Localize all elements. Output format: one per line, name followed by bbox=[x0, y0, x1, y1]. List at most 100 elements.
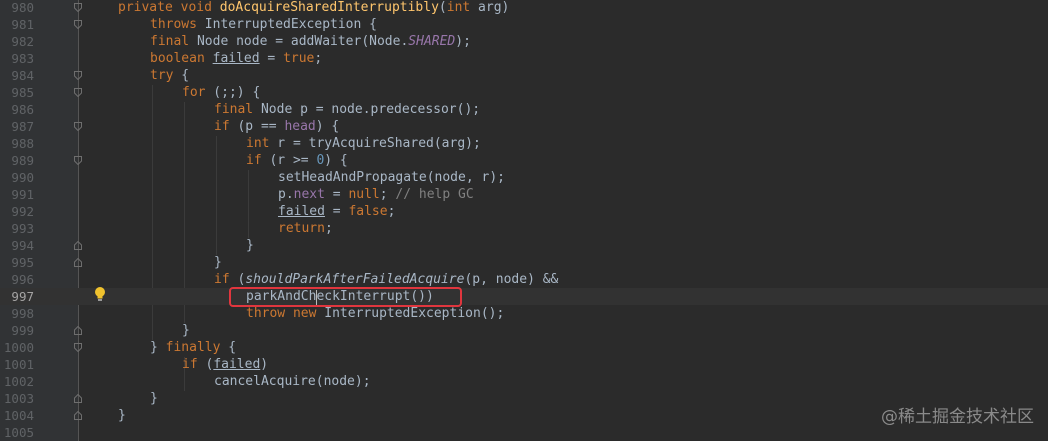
code-line[interactable]: 999 } bbox=[0, 322, 1048, 339]
code-text: throws InterruptedException { bbox=[150, 16, 377, 33]
highlight-box bbox=[229, 287, 462, 307]
fold-marker-icon[interactable] bbox=[74, 20, 82, 29]
code-token: } bbox=[118, 408, 126, 423]
line-number: 997 bbox=[11, 289, 34, 304]
code-line[interactable]: 991 p.next = null; // help GC bbox=[0, 186, 1048, 203]
line-number: 999 bbox=[11, 323, 34, 338]
fold-marker-icon[interactable] bbox=[74, 326, 82, 335]
line-number: 1000 bbox=[3, 340, 34, 355]
keyword: final bbox=[150, 34, 190, 49]
code-token: r = tryAcquireShared(arg); bbox=[269, 136, 481, 151]
code-line[interactable]: 985 for (;;) { bbox=[0, 84, 1048, 101]
line-number: 990 bbox=[11, 170, 34, 185]
code-token: p. bbox=[278, 187, 294, 202]
line-number: 992 bbox=[11, 204, 34, 219]
code-token: (;;) { bbox=[205, 85, 261, 100]
code-token: = bbox=[259, 51, 284, 66]
keyword: throw bbox=[246, 306, 286, 321]
code-token: setHeadAndPropagate(node, r); bbox=[278, 170, 505, 185]
keyword: finally bbox=[165, 340, 221, 355]
code-token: InterruptedException(); bbox=[316, 306, 505, 321]
code-text: p.next = null; // help GC bbox=[278, 186, 474, 203]
code-token: arg) bbox=[470, 0, 510, 15]
code-line[interactable]: 988 int r = tryAcquireShared(arg); bbox=[0, 135, 1048, 152]
keyword: int bbox=[246, 136, 270, 151]
field: head bbox=[284, 119, 316, 134]
code-editor[interactable]: 980 private void doAcquireSharedInterrup… bbox=[0, 0, 1048, 441]
code-line[interactable]: 996 if (shouldParkAfterFailedAcquire(p, … bbox=[0, 271, 1048, 288]
code-text: final Node node = addWaiter(Node.SHARED)… bbox=[150, 33, 471, 50]
keyword: if bbox=[214, 272, 230, 287]
code-line[interactable]: 990 setHeadAndPropagate(node, r); bbox=[0, 169, 1048, 186]
line-number: 1005 bbox=[3, 425, 34, 440]
lightbulb-icon[interactable] bbox=[93, 286, 107, 302]
keyword: private bbox=[118, 0, 173, 15]
code-text: } bbox=[118, 407, 126, 424]
line-number: 1002 bbox=[3, 374, 34, 389]
variable: failed bbox=[213, 357, 261, 372]
code-token: ; bbox=[379, 187, 396, 202]
variable: failed bbox=[212, 51, 260, 66]
line-number: 989 bbox=[11, 153, 34, 168]
code-line[interactable]: 1000 } finally { bbox=[0, 339, 1048, 356]
code-text: int r = tryAcquireShared(arg); bbox=[246, 135, 481, 152]
code-line[interactable]: 980 private void doAcquireSharedInterrup… bbox=[0, 0, 1048, 16]
code-token: ) { bbox=[324, 153, 348, 168]
code-line[interactable]: 995 } bbox=[0, 254, 1048, 271]
keyword: true bbox=[283, 51, 315, 66]
code-line[interactable]: 986 final Node p = node.predecessor(); bbox=[0, 101, 1048, 118]
code-line[interactable]: 992 failed = false; bbox=[0, 203, 1048, 220]
code-token: cancelAcquire(node); bbox=[214, 374, 371, 389]
fold-marker-icon[interactable] bbox=[74, 88, 82, 97]
line-number: 998 bbox=[11, 306, 34, 321]
code-line[interactable]: 987 if (p == head) { bbox=[0, 118, 1048, 135]
code-text: if (r >= 0) { bbox=[246, 152, 348, 169]
fold-marker-icon[interactable] bbox=[74, 122, 82, 131]
keyword: if bbox=[246, 153, 262, 168]
code-line[interactable]: 1001 if (failed) bbox=[0, 356, 1048, 373]
code-text: if (shouldParkAfterFailedAcquire(p, node… bbox=[214, 271, 558, 288]
fold-marker-icon[interactable] bbox=[74, 3, 82, 12]
keyword: return bbox=[278, 221, 325, 236]
keyword: throws bbox=[150, 17, 197, 32]
comment: // help GC bbox=[395, 187, 474, 202]
keyword: void bbox=[180, 0, 212, 15]
code-text: } finally { bbox=[150, 339, 236, 356]
code-text: for (;;) { bbox=[182, 84, 260, 101]
code-line[interactable]: 983 boolean failed = true; bbox=[0, 50, 1048, 67]
fold-marker-icon[interactable] bbox=[74, 411, 82, 420]
code-text: setHeadAndPropagate(node, r); bbox=[278, 169, 505, 186]
code-text: private void doAcquireSharedInterruptibl… bbox=[118, 0, 509, 16]
code-line[interactable]: 984 try { bbox=[0, 67, 1048, 84]
code-token: = bbox=[324, 204, 349, 219]
code-token: } bbox=[214, 255, 222, 270]
code-token: (r >= bbox=[261, 153, 317, 168]
fold-marker-icon[interactable] bbox=[74, 156, 82, 165]
code-token: ( bbox=[438, 0, 447, 15]
code-line[interactable]: 1002 cancelAcquire(node); bbox=[0, 373, 1048, 390]
code-text: cancelAcquire(node); bbox=[214, 373, 371, 390]
fold-marker-icon[interactable] bbox=[74, 241, 82, 250]
code-line[interactable]: 989 if (r >= 0) { bbox=[0, 152, 1048, 169]
code-line[interactable]: 998 throw new InterruptedException(); bbox=[0, 305, 1048, 322]
code-line-current[interactable]: 997 parkAndCheckInterrupt()) bbox=[0, 288, 1048, 305]
code-line[interactable]: 981 throws InterruptedException { bbox=[0, 16, 1048, 33]
code-token: } bbox=[150, 391, 158, 406]
fold-marker-icon[interactable] bbox=[74, 258, 82, 267]
code-text: try { bbox=[150, 67, 189, 84]
code-text: if (p == head) { bbox=[214, 118, 339, 135]
code-token: ) { bbox=[315, 119, 340, 134]
code-token: InterruptedException { bbox=[196, 17, 377, 32]
code-text: boolean failed = true; bbox=[150, 50, 322, 67]
fold-marker-icon[interactable] bbox=[74, 71, 82, 80]
code-line[interactable]: 982 final Node node = addWaiter(Node.SHA… bbox=[0, 33, 1048, 50]
fold-marker-icon[interactable] bbox=[74, 343, 82, 352]
code-line[interactable]: 993 return; bbox=[0, 220, 1048, 237]
code-line[interactable]: 994 } bbox=[0, 237, 1048, 254]
variable: failed bbox=[278, 204, 325, 219]
code-token: } bbox=[246, 238, 254, 253]
line-number: 1004 bbox=[3, 408, 34, 423]
fold-marker-icon[interactable] bbox=[74, 394, 82, 403]
line-number: 984 bbox=[11, 68, 34, 83]
code-token: ; bbox=[314, 51, 323, 66]
